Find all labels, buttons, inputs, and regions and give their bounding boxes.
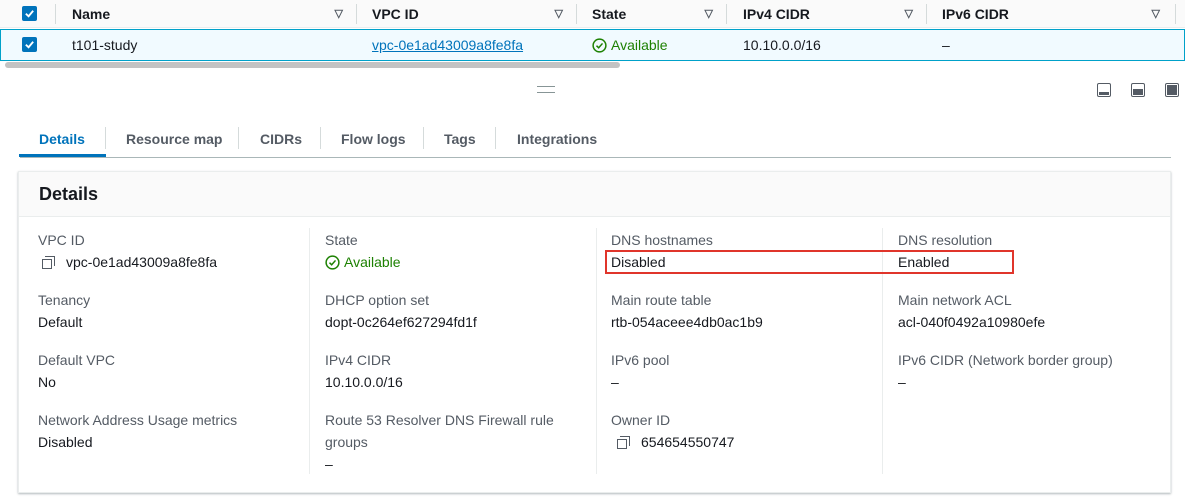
vpc-id-text: vpc-0e1ad43009a8fe8fa bbox=[66, 254, 218, 270]
dns-firewall-key-line2: groups bbox=[325, 434, 368, 450]
state-key: State bbox=[325, 232, 358, 248]
column-header-state[interactable]: State ▽ bbox=[592, 0, 725, 28]
status-available: Available bbox=[592, 37, 668, 53]
main-network-acl-link[interactable]: acl-040f0492a10980efe bbox=[898, 311, 1045, 333]
tab-tags[interactable]: Tags bbox=[444, 120, 476, 157]
column-divider bbox=[356, 4, 357, 24]
sort-caret-icon[interactable]: ▽ bbox=[705, 7, 713, 20]
dns-hostnames-key: DNS hostnames bbox=[611, 232, 713, 248]
column-header-label: IPv6 CIDR bbox=[942, 6, 1009, 22]
cell-ipv6-cidr: – bbox=[942, 37, 950, 53]
column-divider bbox=[55, 4, 56, 24]
default-vpc-value: No bbox=[38, 374, 56, 390]
column-header-label: IPv4 CIDR bbox=[743, 6, 810, 22]
main-route-table-link[interactable]: rtb-054aceee4db0ac1b9 bbox=[611, 311, 763, 333]
ipv6-pool-value: – bbox=[611, 374, 619, 390]
highlight-annotation bbox=[605, 250, 1014, 274]
status-label: Available bbox=[611, 37, 668, 53]
table-row[interactable]: t101-study vpc-0e1ad43009a8fe8fa Availab… bbox=[0, 29, 1185, 61]
default-vpc-key: Default VPC bbox=[38, 352, 116, 368]
tab-resource-map[interactable]: Resource map bbox=[126, 120, 222, 157]
owner-id-text: 654654550747 bbox=[641, 434, 735, 450]
column-header-label: Name bbox=[72, 6, 111, 22]
state-value: Available bbox=[325, 251, 401, 273]
copy-icon[interactable] bbox=[617, 435, 631, 449]
status-success-icon bbox=[325, 254, 340, 270]
copy-icon[interactable] bbox=[42, 255, 56, 269]
nau-metrics-value: Disabled bbox=[38, 434, 93, 450]
tab-divider bbox=[105, 127, 106, 149]
column-header-label: VPC ID bbox=[372, 6, 419, 22]
sort-caret-icon[interactable]: ▽ bbox=[1152, 7, 1160, 20]
dhcp-option-set-key: DHCP option set bbox=[325, 292, 430, 308]
dns-resolution-key: DNS resolution bbox=[898, 232, 993, 248]
column-divider bbox=[596, 228, 597, 474]
tab-divider bbox=[495, 127, 496, 149]
column-divider bbox=[926, 4, 927, 24]
status-label: Available bbox=[344, 254, 401, 270]
tab-cidrs[interactable]: CIDRs bbox=[260, 120, 302, 157]
tab-details[interactable]: Details bbox=[39, 120, 85, 157]
ipv4-cidr-value: 10.10.0.0/16 bbox=[325, 374, 403, 390]
column-header-name[interactable]: Name ▽ bbox=[72, 0, 355, 28]
nau-metrics-key: Network Address Usage metrics bbox=[38, 412, 238, 428]
column-divider bbox=[576, 4, 577, 24]
status-available: Available bbox=[325, 251, 401, 273]
tab-flow-logs[interactable]: Flow logs bbox=[341, 120, 406, 157]
drag-handle-icon[interactable] bbox=[537, 86, 555, 93]
tab-divider bbox=[320, 127, 321, 149]
table-header: Name ▽ VPC ID ▽ State ▽ IPv4 CIDR ▽ IPv6… bbox=[0, 0, 1185, 28]
dns-firewall-key: Route 53 Resolver DNS Firewall rule bbox=[325, 412, 554, 428]
main-route-table-key: Main route table bbox=[611, 292, 712, 308]
sort-caret-icon[interactable]: ▽ bbox=[905, 7, 913, 20]
ipv4-cidr-key: IPv4 CIDR bbox=[325, 352, 392, 368]
vpc-id-key: VPC ID bbox=[38, 232, 85, 248]
cell-name: t101-study bbox=[72, 37, 138, 53]
split-view-bottom-icon[interactable] bbox=[1097, 83, 1111, 97]
split-view-full-icon[interactable] bbox=[1165, 83, 1179, 97]
column-divider bbox=[1175, 4, 1176, 24]
split-view-side-icon[interactable] bbox=[1131, 83, 1145, 97]
column-header-label: State bbox=[592, 6, 627, 22]
column-header-vpc-id[interactable]: VPC ID ▽ bbox=[372, 0, 575, 28]
tenancy-value: Default bbox=[38, 314, 83, 330]
sort-caret-icon[interactable]: ▽ bbox=[335, 7, 343, 20]
column-divider bbox=[726, 4, 727, 24]
vpc-id-link[interactable]: vpc-0e1ad43009a8fe8fa bbox=[372, 37, 523, 53]
checkmark-icon bbox=[25, 10, 34, 18]
details-title: Details bbox=[39, 184, 99, 204]
ipv6-cidr-nbg-value: – bbox=[898, 374, 906, 390]
details-header: Details bbox=[19, 172, 1170, 217]
tab-divider bbox=[423, 127, 424, 149]
owner-id-key: Owner ID bbox=[611, 412, 671, 428]
column-header-ipv4-cidr[interactable]: IPv4 CIDR ▽ bbox=[743, 0, 925, 28]
ipv6-pool-key: IPv6 pool bbox=[611, 352, 670, 368]
status-success-icon bbox=[592, 37, 607, 53]
owner-id-value: 654654550747 bbox=[617, 431, 734, 453]
dhcp-option-set-link[interactable]: dopt-0c264ef627294fd1f bbox=[325, 311, 477, 333]
tab-integrations[interactable]: Integrations bbox=[517, 120, 597, 157]
dns-firewall-value: – bbox=[325, 456, 333, 472]
column-header-ipv6-cidr[interactable]: IPv6 CIDR ▽ bbox=[942, 0, 1172, 28]
ipv6-cidr-nbg-key: IPv6 CIDR (Network border group) bbox=[898, 352, 1113, 368]
tab-divider bbox=[238, 127, 239, 149]
main-network-acl-key: Main network ACL bbox=[898, 292, 1012, 308]
tenancy-key: Tenancy bbox=[38, 292, 91, 308]
sort-caret-icon[interactable]: ▽ bbox=[555, 7, 563, 20]
vpc-id-value: vpc-0e1ad43009a8fe8fa bbox=[42, 251, 217, 273]
select-all-checkbox[interactable] bbox=[22, 6, 37, 21]
scrollbar-thumb[interactable] bbox=[5, 62, 620, 68]
row-checkbox[interactable] bbox=[22, 37, 37, 52]
cell-ipv4-cidr: 10.10.0.0/16 bbox=[743, 37, 821, 53]
column-divider bbox=[309, 228, 310, 474]
active-tab-indicator bbox=[19, 154, 106, 157]
checkmark-icon bbox=[25, 41, 34, 49]
